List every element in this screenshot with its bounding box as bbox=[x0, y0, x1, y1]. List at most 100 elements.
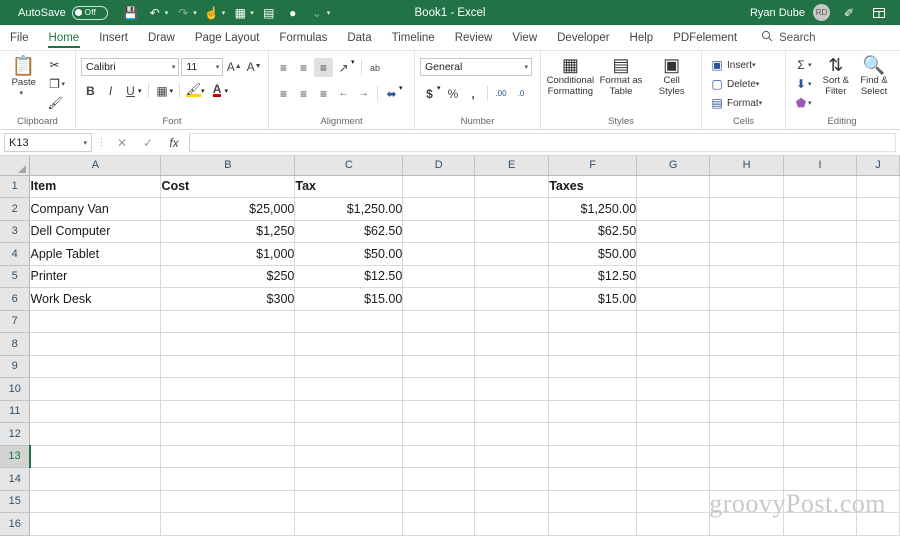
row-header-4[interactable]: 4 bbox=[0, 242, 31, 266]
cell-i13[interactable] bbox=[783, 445, 857, 468]
cell-b16[interactable] bbox=[160, 512, 296, 536]
customize-toolbar-icon[interactable]: ▾ bbox=[327, 9, 331, 17]
cell-c7[interactable] bbox=[294, 310, 404, 333]
record-icon[interactable]: ⌄ bbox=[306, 2, 328, 23]
fill-button[interactable]: ⬇ ▾ bbox=[791, 75, 817, 93]
align-right-button[interactable]: ≡ bbox=[314, 84, 333, 103]
borders-dropdown-icon[interactable]: ▾ bbox=[170, 87, 174, 95]
cell-f1[interactable]: Taxes bbox=[548, 175, 638, 198]
row-header-9[interactable]: 9 bbox=[0, 355, 31, 378]
cell-j1[interactable] bbox=[856, 175, 900, 198]
cell-d8[interactable] bbox=[402, 332, 476, 356]
cell-g11[interactable] bbox=[636, 400, 711, 423]
touch-mode-dropdown-icon[interactable]: ▾ bbox=[222, 9, 226, 17]
bold-button[interactable]: B bbox=[81, 81, 100, 100]
tab-review[interactable]: Review bbox=[445, 25, 503, 50]
cell-e11[interactable] bbox=[474, 400, 550, 423]
cell-h8[interactable] bbox=[709, 332, 785, 356]
autosum-button[interactable]: Σ ▾ bbox=[791, 56, 817, 74]
cell-j11[interactable] bbox=[856, 400, 900, 423]
cell-j3[interactable] bbox=[856, 220, 900, 243]
cell-i1[interactable] bbox=[783, 175, 857, 198]
tab-timeline[interactable]: Timeline bbox=[382, 25, 445, 50]
cell-g8[interactable] bbox=[636, 332, 711, 356]
cell-f14[interactable] bbox=[548, 467, 638, 491]
format-cells-button[interactable]: ▤ Format ▾ bbox=[707, 94, 767, 112]
cell-f16[interactable] bbox=[548, 512, 638, 536]
search-box[interactable]: Search bbox=[761, 25, 816, 50]
cell-a9[interactable] bbox=[29, 355, 162, 378]
cell-g1[interactable] bbox=[636, 175, 711, 198]
cell-f15[interactable] bbox=[548, 490, 638, 513]
tab-home[interactable]: Home bbox=[39, 25, 90, 50]
cell-e12[interactable] bbox=[474, 422, 550, 446]
cell-d13[interactable] bbox=[402, 445, 476, 468]
italic-button[interactable]: I bbox=[101, 81, 120, 100]
cell-g13[interactable] bbox=[636, 445, 711, 468]
pen-icon[interactable]: ✐ bbox=[838, 2, 860, 23]
cell-d4[interactable] bbox=[402, 242, 476, 266]
cell-j9[interactable] bbox=[856, 355, 900, 378]
cell-i7[interactable] bbox=[783, 310, 857, 333]
tab-pdfelement[interactable]: PDFelement bbox=[663, 25, 747, 50]
clear-dropdown-icon[interactable]: ▾ bbox=[808, 99, 812, 107]
cell-c3[interactable]: $62.50 bbox=[294, 220, 404, 243]
cell-g3[interactable] bbox=[636, 220, 711, 243]
cell-b11[interactable] bbox=[160, 400, 296, 423]
row-header-16[interactable]: 16 bbox=[0, 512, 31, 536]
cell-e1[interactable] bbox=[474, 175, 550, 198]
tab-help[interactable]: Help bbox=[620, 25, 664, 50]
autosum-dropdown-icon[interactable]: ▾ bbox=[808, 61, 812, 69]
cell-d2[interactable] bbox=[402, 197, 476, 221]
cell-g4[interactable] bbox=[636, 242, 711, 266]
tab-file[interactable]: File bbox=[0, 25, 39, 50]
cell-b10[interactable] bbox=[160, 377, 296, 401]
delete-cells-button[interactable]: ▢ Delete ▾ bbox=[707, 75, 767, 93]
cell-a2[interactable]: Company Van bbox=[29, 197, 162, 221]
cell-f13[interactable] bbox=[548, 445, 638, 468]
cell-c8[interactable] bbox=[294, 332, 404, 356]
cell-i11[interactable] bbox=[783, 400, 857, 423]
cell-j16[interactable] bbox=[856, 512, 900, 536]
cell-b4[interactable]: $1,000 bbox=[160, 242, 296, 266]
font-name-combo[interactable]: Calibri ▾ bbox=[81, 57, 180, 76]
cell-h5[interactable] bbox=[709, 265, 785, 288]
wrap-text-button[interactable]: ab bbox=[366, 58, 385, 77]
cell-e3[interactable] bbox=[474, 220, 550, 243]
cell-i5[interactable] bbox=[783, 265, 857, 288]
row-header-5[interactable]: 5 bbox=[0, 265, 31, 288]
sort-and-filter-button[interactable]: ⇅ Sort & Filter bbox=[819, 53, 854, 97]
cell-i10[interactable] bbox=[783, 377, 857, 401]
cell-i9[interactable] bbox=[783, 355, 857, 378]
row-header-10[interactable]: 10 bbox=[0, 377, 31, 401]
enter-entry-button[interactable]: ✓ bbox=[137, 133, 159, 152]
column-header-a[interactable]: A bbox=[29, 156, 162, 176]
cell-a13[interactable] bbox=[29, 445, 162, 468]
cell-a15[interactable] bbox=[29, 490, 162, 513]
touch-mode-icon[interactable]: ☝ bbox=[201, 2, 223, 23]
cell-d3[interactable] bbox=[402, 220, 476, 243]
cell-a12[interactable] bbox=[29, 422, 162, 446]
row-header-3[interactable]: 3 bbox=[0, 220, 31, 243]
cell-d1[interactable] bbox=[402, 175, 476, 198]
cell-j7[interactable] bbox=[856, 310, 900, 333]
cell-e15[interactable] bbox=[474, 490, 550, 513]
cell-j14[interactable] bbox=[856, 467, 900, 491]
cell-i16[interactable] bbox=[783, 512, 857, 536]
cell-a1[interactable]: Item bbox=[29, 175, 162, 198]
cancel-entry-button[interactable]: ✕ bbox=[111, 133, 133, 152]
cell-b13[interactable] bbox=[160, 445, 296, 468]
cell-j8[interactable] bbox=[856, 332, 900, 356]
insert-cells-button[interactable]: ▣ Insert ▾ bbox=[707, 56, 767, 74]
number-format-combo[interactable]: General ▾ bbox=[420, 58, 532, 76]
cell-g10[interactable] bbox=[636, 377, 711, 401]
row-header-6[interactable]: 6 bbox=[0, 287, 31, 311]
copy-dropdown-icon[interactable]: ▾ bbox=[61, 80, 65, 88]
row-header-1[interactable]: 1 bbox=[0, 175, 31, 198]
cell-h15[interactable] bbox=[709, 490, 785, 513]
tab-data[interactable]: Data bbox=[337, 25, 381, 50]
column-header-d[interactable]: D bbox=[402, 156, 476, 176]
cell-g7[interactable] bbox=[636, 310, 711, 333]
cell-d12[interactable] bbox=[402, 422, 476, 446]
user-name[interactable]: Ryan Dube bbox=[750, 7, 805, 19]
